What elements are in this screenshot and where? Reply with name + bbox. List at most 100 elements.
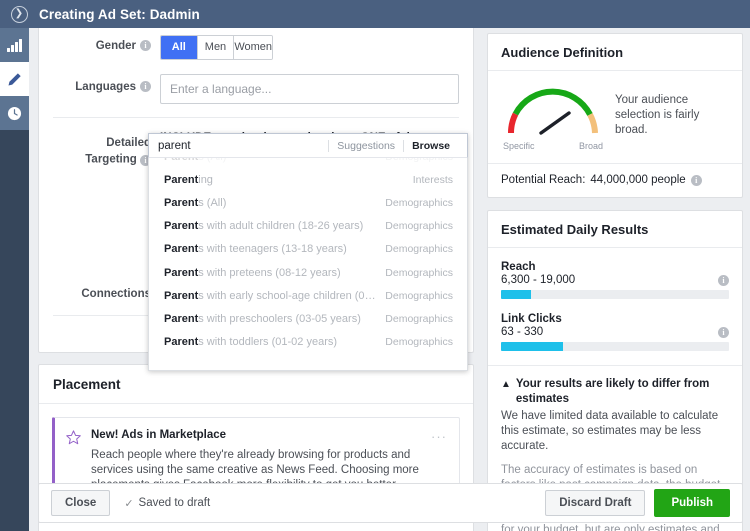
- rail-item-analytics[interactable]: [0, 28, 29, 62]
- audience-definition-card: Audience Definition Specific Broad Your …: [487, 33, 743, 198]
- metric-name: Link Clicks: [501, 313, 562, 325]
- typeahead-query[interactable]: parent: [158, 140, 328, 152]
- metric-bar: [501, 342, 729, 351]
- estimated-results-body: Reach 6,300 - 19,000 i Link Clicks 63 - …: [488, 248, 742, 365]
- estimates-warning-paragraph1: We have limited data available to calcul…: [501, 410, 719, 452]
- rail-item-history[interactable]: [0, 96, 29, 130]
- info-icon[interactable]: i: [718, 275, 729, 286]
- warning-triangle-icon: ▲: [501, 379, 511, 390]
- publish-button[interactable]: Publish: [654, 489, 730, 517]
- list-item-match: Parent: [164, 312, 199, 325]
- typeahead-input-row[interactable]: parent Suggestions Browse: [148, 133, 468, 158]
- potential-reach: Potential Reach: 44,000,000 people i: [488, 163, 742, 197]
- list-item[interactable]: Parents (All) Demographics: [149, 158, 467, 168]
- list-item-category: Demographics: [385, 266, 453, 279]
- detailed-targeting-label-group: Detailed Targeting i: [53, 132, 160, 167]
- gauge-labels: Specific Broad: [501, 141, 605, 151]
- typeahead-results-list[interactable]: Parents (All) Demographics Parenting Int…: [148, 158, 468, 371]
- list-item-rest: s (All): [198, 158, 226, 163]
- page-title: Creating Ad Set: Dadmin: [39, 6, 200, 22]
- metric-link-clicks: Link Clicks 63 - 330 i: [501, 313, 729, 351]
- list-item-match: Parent: [164, 266, 199, 279]
- languages-label-group: Languages i: [53, 74, 160, 94]
- list-item-category: Demographics: [385, 243, 453, 256]
- metric-bar-fill: [501, 290, 531, 299]
- list-item[interactable]: Parents with adult children (18-26 years…: [149, 215, 467, 238]
- discard-draft-button[interactable]: Discard Draft: [545, 490, 646, 516]
- metric-value: 6,300 - 19,000: [501, 274, 576, 286]
- gender-label-group: Gender i: [53, 35, 160, 53]
- list-item-label: Parents with teenagers (13-18 years): [164, 243, 347, 255]
- potential-reach-value: 44,000,000 people: [590, 174, 686, 186]
- potential-reach-label: Potential Reach:: [501, 174, 586, 186]
- list-item[interactable]: Parents with early school-age children (…: [149, 284, 467, 307]
- estimates-warning-title-row: ▲ Your results are likely to differ from…: [501, 377, 729, 407]
- list-item-category: Demographics: [385, 289, 453, 302]
- list-item-rest: s (All): [198, 196, 227, 209]
- audience-note: Your audience selection is fairly broad.: [615, 94, 700, 136]
- gender-option-women[interactable]: Women: [233, 36, 272, 59]
- close-button[interactable]: Close: [51, 490, 111, 516]
- list-item[interactable]: Parents with preteens (08-12 years) Demo…: [149, 261, 467, 284]
- list-item-category: Demographics: [385, 312, 453, 325]
- clock-icon: [7, 106, 22, 120]
- list-item-label: Parents (All): [164, 158, 226, 163]
- typeahead-tab-browse[interactable]: Browse: [403, 139, 458, 152]
- gender-option-men[interactable]: Men: [196, 36, 234, 59]
- list-item-rest: s with preteens (08-12 years): [198, 266, 341, 279]
- info-icon[interactable]: i: [690, 175, 702, 186]
- bar-chart-icon: [7, 38, 22, 52]
- list-item[interactable]: Parents with toddlers (01-02 years) Demo…: [149, 331, 467, 354]
- list-item-label: Parents with early school-age children (…: [164, 290, 379, 302]
- list-item[interactable]: Parents with teenagers (13-18 years) Dem…: [149, 238, 467, 261]
- action-bar: Close ✓ Saved to draft Discard Draft Pub…: [38, 483, 743, 523]
- window-header: ❯ Creating Ad Set: Dadmin: [0, 0, 750, 28]
- list-item[interactable]: Parents (All) Demographics: [149, 191, 467, 214]
- typeahead-results-clip: Parents (All) Demographics Parenting Int…: [149, 158, 467, 354]
- languages-field: [160, 74, 459, 104]
- connections-label: Connections: [81, 288, 151, 300]
- metric-value-row: 63 - 330 i: [501, 326, 729, 338]
- list-item-match: Parent: [164, 158, 198, 163]
- list-item-category: Demographics: [385, 196, 453, 209]
- list-item[interactable]: Parenting Interests: [149, 168, 467, 191]
- list-item-label: Parents with toddlers (01-02 years): [164, 336, 337, 348]
- gauge-label-broad: Broad: [578, 141, 603, 151]
- list-item[interactable]: Parents with preschoolers (03-05 years) …: [149, 307, 467, 330]
- list-item-match: Parent: [164, 336, 199, 349]
- back-button[interactable]: ❯: [5, 0, 33, 28]
- info-icon[interactable]: i: [718, 327, 729, 338]
- audience-gauge: Specific Broad: [501, 83, 605, 151]
- list-item-label: Parents with adult children (18-26 years…: [164, 220, 363, 232]
- info-icon[interactable]: i: [140, 81, 151, 92]
- gauge-label-specific: Specific: [503, 141, 535, 151]
- list-item-category: Demographics: [385, 158, 453, 163]
- estimated-results-title: Estimated Daily Results: [488, 211, 742, 248]
- metric-reach: Reach 6,300 - 19,000 i: [501, 261, 729, 299]
- page-scrollbar[interactable]: [743, 28, 750, 531]
- typeahead-tab-suggestions[interactable]: Suggestions: [328, 139, 403, 152]
- list-item-label: Parents (All): [164, 197, 226, 209]
- languages-input[interactable]: [160, 74, 459, 104]
- languages-label: Languages: [75, 81, 136, 93]
- metric-bar-fill: [501, 342, 563, 351]
- rail-item-edit[interactable]: [0, 62, 29, 96]
- metric-value: 63 - 330: [501, 326, 544, 338]
- promo-overflow-menu-icon[interactable]: ···: [431, 429, 447, 444]
- gender-label: Gender: [95, 40, 136, 52]
- info-icon[interactable]: i: [140, 40, 151, 51]
- star-outline-icon: [66, 430, 81, 445]
- gender-segmented-control[interactable]: All Men Women: [160, 35, 273, 60]
- connections-label-group: Connections: [53, 283, 160, 301]
- list-item-rest: s with preschoolers (03-05 years): [198, 312, 361, 325]
- estimates-warning-title: Your results are likely to differ from e…: [515, 378, 710, 405]
- list-item-match: Parent: [164, 173, 199, 186]
- list-item-match: Parent: [164, 220, 199, 233]
- check-icon: ✓: [124, 497, 134, 510]
- list-item-rest: s with toddlers (01-02 years): [198, 336, 338, 349]
- list-item-match: Parent: [164, 243, 199, 256]
- gender-option-all[interactable]: All: [161, 36, 197, 59]
- metric-bar: [501, 290, 729, 299]
- marketplace-promo-title: New! Ads in Marketplace: [91, 429, 227, 441]
- list-item-label: Parents with preschoolers (03-05 years): [164, 313, 361, 325]
